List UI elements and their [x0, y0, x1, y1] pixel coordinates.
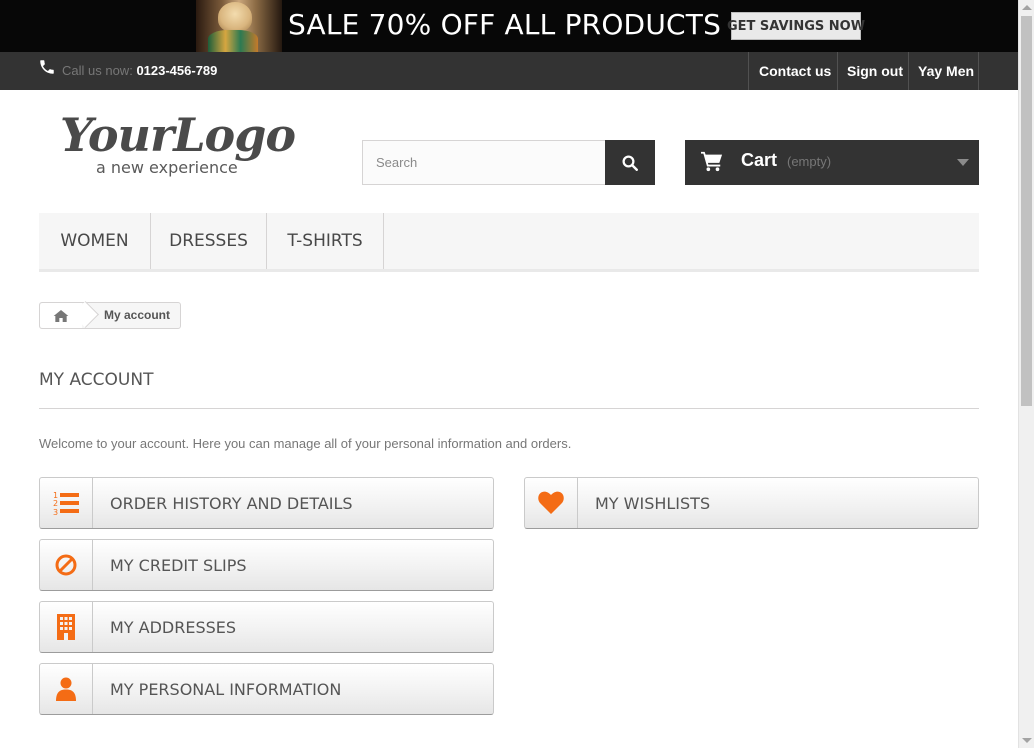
search-input[interactable] [362, 140, 606, 185]
logo-wordmark: YourLogo [60, 108, 296, 162]
main-menu: WOMEN DRESSES T-SHIRTS [39, 213, 979, 272]
addresses-icon-box [40, 602, 93, 652]
credit-slips-icon-box [40, 540, 93, 590]
home-icon [53, 309, 69, 322]
phone-number: 0123-456-789 [136, 63, 218, 78]
menu-item-t-shirts[interactable]: T-SHIRTS [267, 213, 384, 269]
ban-icon [55, 554, 77, 576]
contact-us-link[interactable]: Contact us [748, 52, 837, 90]
phone-icon [40, 60, 54, 74]
menu-item-women[interactable]: WOMEN [39, 213, 151, 269]
promo-model-dress [208, 30, 258, 52]
personal-info-icon-box [40, 664, 93, 714]
credit-slips-button[interactable]: MY CREDIT SLIPS [39, 539, 494, 591]
shopping-cart-icon [701, 151, 723, 172]
get-savings-button[interactable]: GET SAVINGS NOW [727, 12, 865, 40]
page-title: MY ACCOUNT [39, 370, 154, 390]
cart-label: Cart [741, 150, 778, 170]
search-form [362, 140, 655, 185]
call-us-text: Call us now: 0123-456-789 [62, 63, 217, 78]
search-button[interactable] [605, 140, 655, 185]
heart-icon [538, 491, 564, 514]
welcome-text: Welcome to your account. Here you can ma… [39, 436, 572, 451]
scroll-up-arrow-icon[interactable] [1022, 5, 1032, 10]
account-name-link[interactable]: Yay Men [908, 52, 979, 90]
page-scrollbar[interactable] [1018, 0, 1034, 748]
wishlists-icon-box [525, 478, 578, 528]
scroll-down-arrow-icon[interactable] [1022, 738, 1032, 743]
breadcrumb: My account [39, 301, 181, 329]
personal-info-label: MY PERSONAL INFORMATION [110, 679, 342, 699]
order-history-icon-box: 1 2 3 [40, 478, 93, 528]
site-logo[interactable]: YourLogo a new experience [60, 110, 300, 182]
addresses-button[interactable]: MY ADDRESSES [39, 601, 494, 653]
top-nav: Contact us Sign out Yay Men [748, 52, 979, 90]
search-icon [622, 155, 638, 171]
promo-model-head [218, 2, 252, 32]
cart-block[interactable]: Cart (empty) [685, 140, 979, 185]
user-icon [56, 677, 76, 701]
breadcrumb-home-link[interactable] [40, 303, 82, 328]
menu-item-dresses[interactable]: DRESSES [151, 213, 267, 269]
promo-text: SALE 70% OFF ALL PRODUCTS [288, 8, 722, 41]
scrollbar-thumb[interactable] [1021, 16, 1032, 406]
chevron-down-icon[interactable] [957, 159, 969, 166]
breadcrumb-current: My account [104, 308, 171, 322]
cart-status: (empty) [787, 154, 832, 169]
call-us-label: Call us now: [62, 63, 133, 78]
heading-divider [39, 408, 979, 409]
logo-tagline: a new experience [96, 158, 238, 177]
sign-out-link[interactable]: Sign out [837, 52, 908, 90]
order-history-button[interactable]: 1 2 3 ORDER HISTORY AND DETAILS [39, 477, 494, 529]
addresses-label: MY ADDRESSES [110, 617, 237, 637]
credit-slips-label: MY CREDIT SLIPS [110, 555, 247, 575]
building-icon [57, 614, 75, 640]
personal-info-button[interactable]: MY PERSONAL INFORMATION [39, 663, 494, 715]
order-history-label: ORDER HISTORY AND DETAILS [110, 493, 353, 513]
promo-banner[interactable]: SALE 70% OFF ALL PRODUCTS GET SAVINGS NO… [0, 0, 1018, 52]
svg-text:3: 3 [53, 508, 58, 516]
wishlists-label: MY WISHLISTS [595, 493, 711, 513]
promo-model-image [196, 0, 282, 52]
top-bar: Call us now: 0123-456-789 Contact us Sig… [0, 52, 1018, 90]
wishlists-button[interactable]: MY WISHLISTS [524, 477, 979, 529]
svg-text:2: 2 [53, 499, 58, 508]
list-ol-icon: 1 2 3 [53, 491, 79, 516]
